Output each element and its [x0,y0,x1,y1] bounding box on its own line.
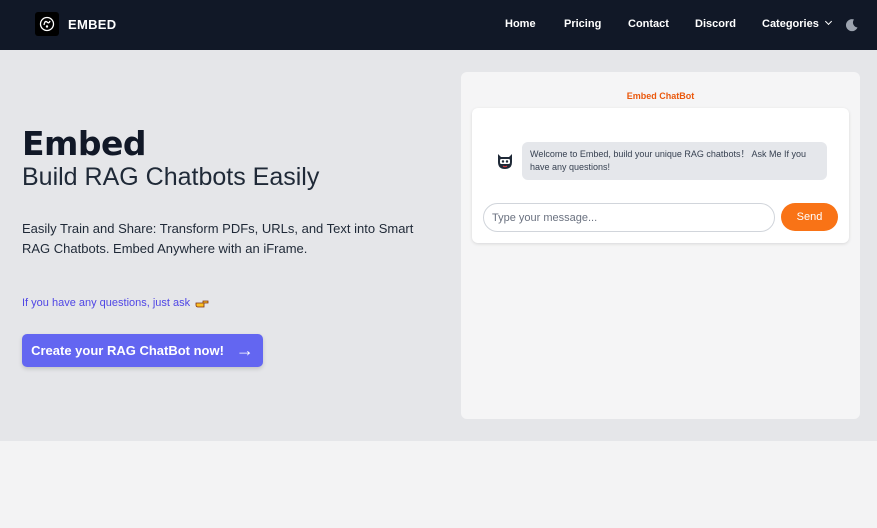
pointing-hand-icon [195,300,209,307]
questions-link[interactable]: If you have any questions, just ask [22,297,209,309]
cta-label: Create your RAG ChatBot now! [31,343,224,358]
brand-logo-icon[interactable] [35,12,59,36]
hero-subtitle: Build RAG Chatbots Easily [22,163,320,191]
nav-link-pricing[interactable]: Pricing [564,18,601,30]
bot-avatar-icon [498,154,512,169]
brand-name[interactable]: EMBED [68,17,116,32]
nav-link-categories[interactable]: Categories [762,17,832,30]
chatbot-title: Embed ChatBot [626,91,695,101]
chat-message-input[interactable] [483,203,775,232]
bot-message-bubble: Welcome to Embed, build your unique RAG … [522,142,827,180]
nav-link-contact[interactable]: Contact [628,18,669,30]
hero-description: Easily Train and Share: Transform PDFs, … [22,221,414,256]
nav-link-discord[interactable]: Discord [695,18,736,30]
send-button[interactable]: Send [781,203,838,231]
chevron-down-icon [824,17,832,26]
hero-title: Embed [22,124,147,163]
questions-text: If you have any questions, just ask [22,297,191,309]
arrow-right-icon: → [235,340,254,360]
top-navbar: EMBED Home Pricing Contact Discord Categ… [0,0,877,50]
create-chatbot-button[interactable]: Create your RAG ChatBot now! → [22,334,263,367]
nav-link-home[interactable]: Home [505,18,536,30]
categories-label: Categories [762,18,819,30]
dark-mode-moon-icon[interactable] [845,18,859,32]
